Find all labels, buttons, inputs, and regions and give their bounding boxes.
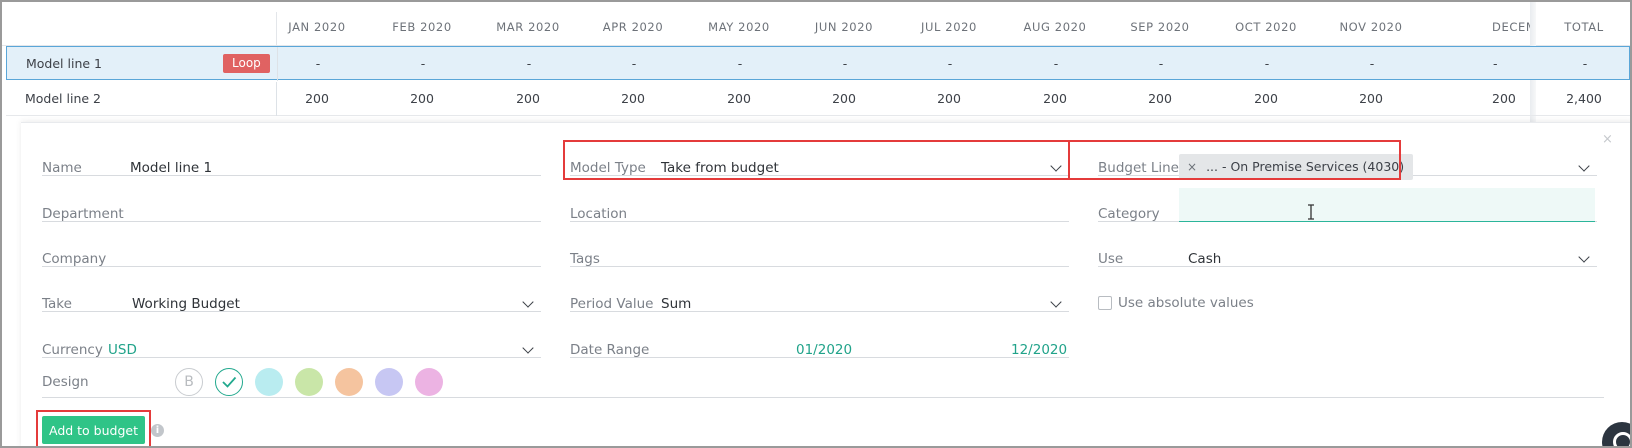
take-value: Working Budget: [132, 296, 240, 312]
row-cell[interactable]: -: [579, 56, 689, 71]
row-total: 2,400: [1566, 91, 1602, 106]
absolute-values-label: Use absolute values: [1118, 295, 1254, 311]
row-cell[interactable]: -: [1001, 56, 1111, 71]
category-input[interactable]: [1179, 188, 1595, 222]
row-cell[interactable]: -: [263, 56, 373, 71]
take-select[interactable]: Take Working Budget: [42, 266, 541, 312]
design-swatch-selected[interactable]: [215, 368, 243, 396]
row-cell[interactable]: 200: [789, 91, 899, 106]
design-label: Design: [42, 374, 89, 390]
row-cell[interactable]: 200: [684, 91, 794, 106]
row-cell[interactable]: -: [895, 56, 1005, 71]
currency-select[interactable]: Currency USD: [42, 312, 541, 358]
row-cell[interactable]: -: [368, 56, 478, 71]
use-value: Cash: [1188, 251, 1222, 267]
design-swatch-b[interactable]: B: [175, 368, 203, 396]
design-swatch-green[interactable]: [295, 368, 323, 396]
row-cell[interactable]: 200: [1211, 91, 1321, 106]
model-type-highlight: [563, 140, 1070, 180]
add-button-highlight: Add to budget: [36, 410, 151, 446]
row-cell-december[interactable]: 200: [1492, 91, 1516, 106]
company-field[interactable]: Company: [42, 221, 541, 267]
chevron-down-icon[interactable]: [522, 342, 534, 354]
row-cell[interactable]: 200: [367, 91, 477, 106]
row-total: -: [1582, 56, 1588, 71]
month-header: NOV 2020: [1339, 20, 1403, 34]
month-header: APR 2020: [602, 20, 664, 34]
chevron-down-icon[interactable]: [1050, 296, 1062, 308]
row-cell[interactable]: -: [790, 56, 900, 71]
chevron-down-icon[interactable]: [522, 296, 534, 308]
absolute-values-checkbox[interactable]: [1098, 296, 1112, 310]
total-header: TOTAL: [1564, 20, 1604, 34]
checkmark-icon: [222, 376, 237, 388]
row-cell[interactable]: 200: [1105, 91, 1215, 106]
company-label: Company: [42, 251, 107, 267]
app-window: JAN 2020 FEB 2020 MAR 2020 APR 2020 MAY …: [0, 0, 1632, 448]
chevron-down-icon[interactable]: [1578, 251, 1590, 263]
row-cell[interactable]: 200: [262, 91, 372, 106]
info-icon[interactable]: i: [151, 424, 164, 437]
design-swatch-orange[interactable]: [335, 368, 363, 396]
use-label: Use: [1098, 251, 1124, 267]
close-icon[interactable]: ×: [1602, 132, 1613, 147]
category-field[interactable]: Category: [1098, 176, 1597, 222]
row-name: Model line 2: [25, 91, 101, 106]
date-range-field[interactable]: Date Range 01/2020 12/2020: [570, 312, 1069, 358]
month-header: OCT 2020: [1235, 20, 1297, 34]
month-header: MAR 2020: [496, 20, 560, 34]
month-header: SEP 2020: [1130, 20, 1190, 34]
row-cell[interactable]: -: [685, 56, 795, 71]
take-label: Take: [42, 296, 72, 312]
row-cell[interactable]: 200: [894, 91, 1004, 106]
add-to-budget-button[interactable]: Add to budget: [42, 416, 145, 444]
month-header: MAY 2020: [708, 20, 770, 34]
row-cell[interactable]: -: [1212, 56, 1322, 71]
tags-label: Tags: [570, 251, 600, 267]
tags-field[interactable]: Tags: [570, 221, 1069, 267]
name-field[interactable]: Name Model line 1: [42, 130, 541, 176]
table-row-model-line-2[interactable]: Model line 2 200 200 200 200 200 200 200…: [6, 82, 1630, 116]
month-header: AUG 2020: [1023, 20, 1087, 34]
name-input[interactable]: Model line 1: [130, 160, 212, 176]
month-header: FEB 2020: [392, 20, 452, 34]
category-label: Category: [1098, 206, 1160, 222]
chevron-down-icon[interactable]: [1578, 160, 1590, 172]
department-field[interactable]: Department: [42, 176, 541, 222]
table-row-model-line-1[interactable]: Model line 1 Loop - - - - - - - - - - - …: [6, 46, 1630, 81]
period-value-value: Sum: [661, 296, 692, 312]
text-cursor-icon: [1308, 204, 1314, 220]
month-header: JUN 2020: [814, 20, 874, 34]
use-select[interactable]: Use Cash: [1098, 221, 1597, 267]
month-header-december: DECEMBER 2020: [1492, 20, 1530, 34]
month-header: JAN 2020: [288, 20, 346, 34]
row-cell[interactable]: 200: [1316, 91, 1426, 106]
row-cell[interactable]: 200: [1000, 91, 1110, 106]
row-cell[interactable]: -: [1106, 56, 1216, 71]
design-swatch-purple[interactable]: [375, 368, 403, 396]
location-field[interactable]: Location: [570, 176, 1069, 222]
department-label: Department: [42, 206, 124, 222]
period-value-label: Period Value: [570, 296, 654, 312]
row-name: Model line 1: [26, 56, 102, 71]
row-cell[interactable]: -: [474, 56, 584, 71]
row-cell[interactable]: 200: [473, 91, 583, 106]
absolute-values-option[interactable]: Use absolute values: [1098, 266, 1597, 312]
row-cell[interactable]: -: [1317, 56, 1427, 71]
row-cell[interactable]: 200: [578, 91, 688, 106]
month-header: JUL 2020: [921, 20, 977, 34]
budget-line-highlight: [1069, 140, 1401, 180]
location-label: Location: [570, 206, 628, 222]
period-value-select[interactable]: Period Value Sum: [570, 266, 1069, 312]
design-field: Design B: [42, 354, 1604, 398]
name-label: Name: [42, 160, 82, 176]
grid-header: JAN 2020 FEB 2020 MAR 2020 APR 2020 MAY …: [2, 2, 1630, 46]
row-cell-december[interactable]: -: [1493, 56, 1517, 71]
design-swatch-pink[interactable]: [415, 368, 443, 396]
design-swatch-cyan[interactable]: [255, 368, 283, 396]
